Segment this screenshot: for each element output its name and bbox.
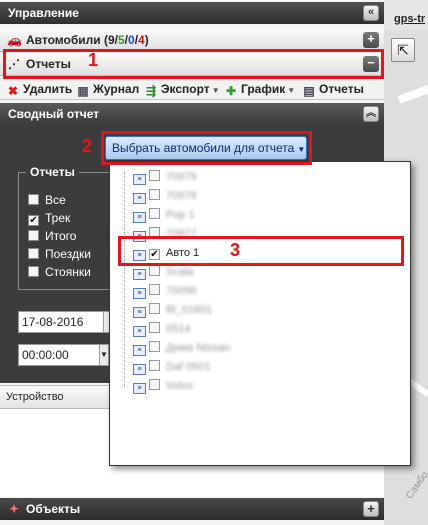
export-button[interactable]: ⇶ Экспорт ▼ xyxy=(144,81,220,98)
date-field[interactable]: 17-08-2016 xyxy=(18,311,104,333)
details-icon: ≡ xyxy=(133,307,146,318)
details-icon: ≡ xyxy=(133,326,146,337)
table-icon: ▤ xyxy=(303,84,315,98)
list-item[interactable]: ≡ 70978 xyxy=(133,189,197,204)
details-icon: ≡ xyxy=(133,174,146,185)
checkbox[interactable] xyxy=(28,248,39,259)
tree-line xyxy=(124,172,125,387)
list-item[interactable]: ≡ Bl_01601 xyxy=(133,303,213,318)
checkbox[interactable] xyxy=(28,230,39,241)
details-icon: ≡ xyxy=(133,193,146,204)
panel-header: Управление « xyxy=(0,2,384,24)
checkbox[interactable] xyxy=(149,322,160,333)
annotation-number-3: 3 xyxy=(230,240,241,260)
list-item[interactable]: ≡ 70979 xyxy=(133,170,197,185)
details-icon: ≡ xyxy=(133,364,146,375)
checkbox[interactable] xyxy=(149,265,160,276)
double-chevron-up-icon[interactable]: ︽ xyxy=(363,106,379,122)
objects-icon: ✦ xyxy=(8,502,20,516)
list-item[interactable]: ≡ Scala xyxy=(133,265,194,280)
checkbox[interactable] xyxy=(149,360,160,371)
export-icon: ⇶ xyxy=(145,84,157,98)
annotation-number-2: 2 xyxy=(82,136,93,156)
objects-label: Объекты xyxy=(26,502,81,516)
checkbox[interactable] xyxy=(149,341,160,352)
details-icon: ≡ xyxy=(133,383,146,394)
checkbox[interactable] xyxy=(149,284,160,295)
reports-legend: Отчеты xyxy=(26,165,79,179)
option-trips[interactable]: Поездки xyxy=(28,247,91,261)
checkbox[interactable] xyxy=(149,303,160,314)
details-icon: ≡ xyxy=(133,288,146,299)
annotation-box-3 xyxy=(118,236,404,266)
double-chevron-left-icon[interactable]: « xyxy=(363,5,379,21)
summary-title: Сводный отчет xyxy=(8,107,100,121)
option-total[interactable]: Итого xyxy=(28,229,76,243)
journal-icon: ▦ xyxy=(77,84,89,98)
pointer-tool-icon[interactable]: ⇱ xyxy=(391,38,415,62)
checkbox-checked[interactable]: ✔ xyxy=(28,215,39,226)
option-track[interactable]: ✔ Трек xyxy=(28,211,70,226)
delete-button[interactable]: ✖ Удалить xyxy=(6,81,72,98)
graph-button[interactable]: ✚ График ▼ xyxy=(224,81,296,98)
reports-toolbar: ✖ Удалить ▦ Журнал ⇶ Экспорт ▼ ✚ График ▼ ▤ Отч… xyxy=(0,78,384,100)
journal-button[interactable]: ▦ Журнал xyxy=(76,81,139,98)
section-objects[interactable]: ✦ Объекты + xyxy=(0,498,384,520)
chevron-down-icon: ▼ xyxy=(211,86,220,95)
panel-title: Управление xyxy=(8,6,79,20)
chevron-down-icon[interactable]: ▼ xyxy=(99,344,109,366)
cars-label: Автомобили xyxy=(26,33,101,47)
list-item[interactable]: ≡ 0514 xyxy=(133,322,190,337)
option-all[interactable]: Все xyxy=(28,193,66,207)
checkbox[interactable] xyxy=(149,170,160,181)
details-icon: ≡ xyxy=(133,345,146,356)
time-field[interactable]: 00:00:00 xyxy=(18,344,100,366)
summary-report-header: Сводный отчет ︽ xyxy=(0,103,384,125)
map-tab[interactable]: gps-tr xyxy=(386,8,428,30)
annotation-number-1: 1 xyxy=(88,50,99,70)
list-item[interactable]: ≡ Pop 1 xyxy=(133,208,195,223)
checkbox[interactable] xyxy=(149,189,160,200)
delete-icon: ✖ xyxy=(7,84,19,98)
graph-icon: ✚ xyxy=(225,84,237,98)
checkbox[interactable] xyxy=(28,266,39,277)
checkbox[interactable] xyxy=(149,379,160,390)
list-item[interactable]: ≡ Дима Nissan xyxy=(133,341,230,356)
checkbox[interactable] xyxy=(28,194,39,205)
annotation-box-1 xyxy=(3,49,384,79)
expand-objects-button[interactable]: + xyxy=(363,501,379,517)
car-icon: 🚗 xyxy=(7,33,22,47)
expand-cars-button[interactable]: + xyxy=(363,32,379,48)
list-item[interactable]: ≡ Volvo xyxy=(133,379,193,394)
list-item[interactable]: ≡ 70096 xyxy=(133,284,197,299)
list-item[interactable]: ≡ Daf 0501 xyxy=(133,360,211,375)
option-stops[interactable]: Стоянки xyxy=(28,265,91,279)
reports-list-button[interactable]: ▤ Отчеты xyxy=(302,81,364,98)
details-icon: ≡ xyxy=(133,212,146,223)
details-icon: ≡ xyxy=(133,269,146,280)
annotation-box-2 xyxy=(101,131,312,165)
chevron-down-icon: ▼ xyxy=(287,86,296,95)
checkbox[interactable] xyxy=(149,208,160,219)
